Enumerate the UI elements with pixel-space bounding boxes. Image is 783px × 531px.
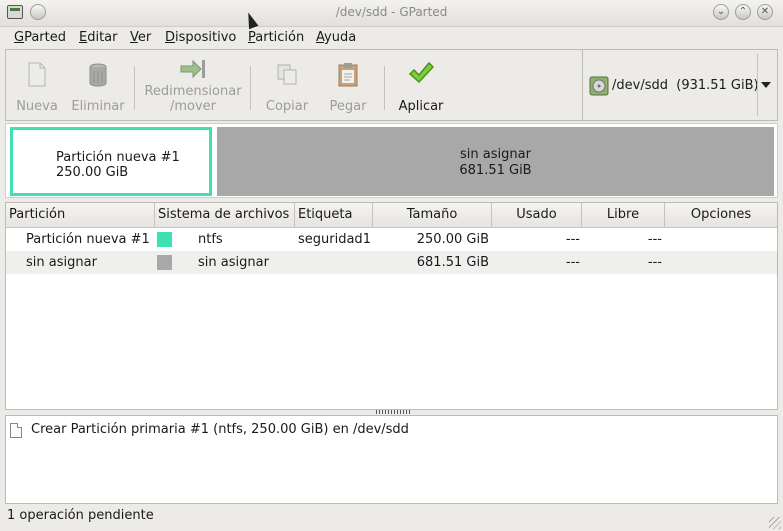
menu-particion[interactable]: Partición xyxy=(248,30,304,45)
paste-icon xyxy=(338,63,358,87)
table-header: Partición Sistema de archivos Etiqueta T… xyxy=(6,203,777,228)
hard-disk-icon xyxy=(589,76,609,96)
dropdown-arrow-icon[interactable] xyxy=(761,82,771,88)
trash-icon xyxy=(89,63,107,87)
diskmap-unallocated-name: sin asignar xyxy=(460,147,531,162)
delete-button[interactable]: Eliminar xyxy=(68,50,128,120)
apply-button[interactable]: Aplicar xyxy=(394,50,448,120)
column-header-filesystem[interactable]: Sistema de archivos xyxy=(155,203,295,227)
column-header-label[interactable]: Etiqueta xyxy=(295,203,373,227)
diskmap-unallocated-size: 681.51 GiB xyxy=(459,163,532,178)
new-button[interactable]: Nueva xyxy=(12,50,62,120)
cell-partition: sin asignar xyxy=(26,255,97,270)
menu-ayuda[interactable]: Ayuda xyxy=(316,30,356,45)
toolbar-separator xyxy=(250,66,251,110)
cell-used: --- xyxy=(565,232,580,247)
table-row[interactable]: Partición nueva #1 ntfs seguridad1 250.0… xyxy=(6,228,777,251)
resize-label-line1: Redimensionar xyxy=(144,84,242,99)
status-bar: 1 operación pendiente xyxy=(0,505,783,531)
toolbar-separator xyxy=(134,66,135,110)
minimize-icon[interactable]: ⌄ xyxy=(713,4,729,20)
resize-label-line2: /mover xyxy=(169,99,217,114)
filesystem-color-swatch xyxy=(157,255,172,270)
toolbar: Nueva Eliminar Redimensionar/mover Copia… xyxy=(5,49,582,121)
cell-filesystem: ntfs xyxy=(198,232,223,247)
cell-used: --- xyxy=(565,255,580,270)
diskmap-partition-size: 250.00 GiB xyxy=(56,165,129,180)
cell-size: 250.00 GiB xyxy=(416,232,489,247)
menu-ver[interactable]: Ver xyxy=(130,30,151,45)
diskmap-partition-name: Partición nueva #1 xyxy=(56,150,180,165)
menu-dispositivo[interactable]: Dispositivo xyxy=(165,30,236,45)
status-text: 1 operación pendiente xyxy=(7,508,154,523)
pane-splitter-handle[interactable] xyxy=(376,410,410,414)
cell-size: 681.51 GiB xyxy=(416,255,489,270)
disk-map: Partición nueva #1 250.00 GiB sin asigna… xyxy=(5,123,778,198)
operation-text: Crear Partición primaria #1 (ntfs, 250.0… xyxy=(31,422,409,437)
cell-filesystem: sin asignar xyxy=(198,255,269,270)
cell-free: --- xyxy=(647,232,662,247)
cell-free: --- xyxy=(647,255,662,270)
window-title: /dev/sdd - GParted xyxy=(335,5,448,19)
menu-bar: GParted Editar Ver Dispositivo Partición… xyxy=(0,27,783,49)
column-header-used[interactable]: Usado xyxy=(492,203,582,227)
pending-operations-list: Crear Partición primaria #1 (ntfs, 250.0… xyxy=(5,415,778,504)
resize-grip-icon[interactable] xyxy=(769,517,781,529)
diskmap-unallocated[interactable]: sin asignar 681.51 GiB xyxy=(217,127,774,196)
copy-button[interactable]: Copiar xyxy=(262,50,312,120)
filesystem-color-swatch xyxy=(157,232,172,247)
maximize-icon[interactable]: ⌃ xyxy=(735,4,751,20)
column-header-flags[interactable]: Opciones xyxy=(665,203,777,227)
menu-gparted[interactable]: GParted xyxy=(14,30,66,45)
resize-move-button[interactable]: Redimensionar/mover xyxy=(142,50,244,120)
document-icon xyxy=(10,423,22,438)
diskmap-partition-new[interactable]: Partición nueva #1 250.00 GiB xyxy=(10,127,212,196)
cell-partition: Partición nueva #1 xyxy=(26,232,150,247)
close-icon[interactable]: ✕ xyxy=(757,4,773,20)
new-document-icon xyxy=(28,62,46,87)
paste-button[interactable]: Pegar xyxy=(322,50,374,120)
column-header-free[interactable]: Libre xyxy=(582,203,665,227)
menu-editar[interactable]: Editar xyxy=(79,30,118,45)
copy-icon xyxy=(277,64,297,85)
cell-label: seguridad1 xyxy=(298,232,371,247)
resize-move-icon xyxy=(180,59,205,79)
toolbar-separator xyxy=(384,66,385,110)
dropdown-separator xyxy=(757,54,758,116)
column-header-size[interactable]: Tamaño xyxy=(373,203,492,227)
checkmark-icon xyxy=(408,61,434,84)
title-bar: /dev/sdd - GParted ⌄ ⌃ ✕ xyxy=(0,0,783,27)
partition-table: Partición Sistema de archivos Etiqueta T… xyxy=(5,202,778,410)
column-header-partition[interactable]: Partición xyxy=(6,203,155,227)
device-label: /dev/sdd (931.51 GiB) xyxy=(612,78,759,93)
device-selector[interactable]: /dev/sdd (931.51 GiB) xyxy=(582,49,778,121)
table-row[interactable]: sin asignar sin asignar 681.51 GiB --- -… xyxy=(6,251,777,274)
